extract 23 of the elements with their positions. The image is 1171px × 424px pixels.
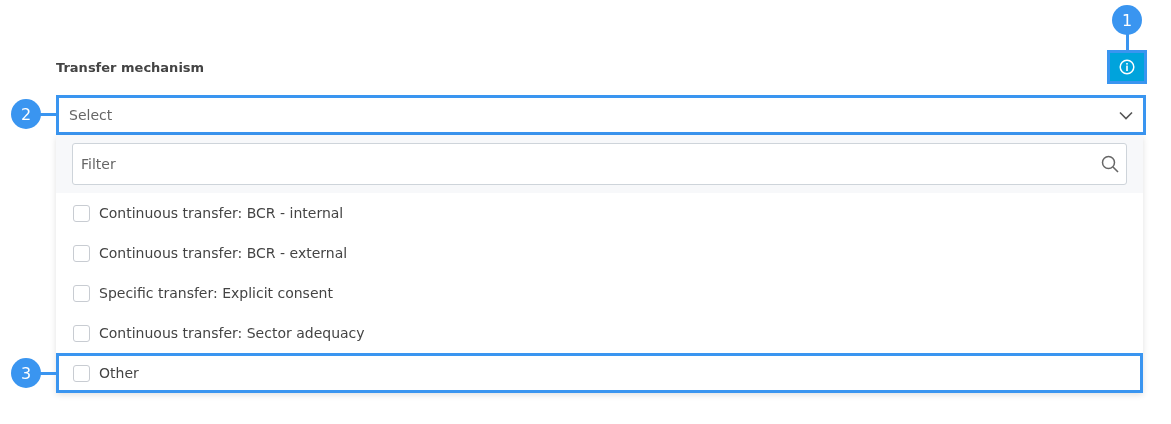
- field-label: Transfer mechanism: [56, 59, 205, 75]
- callout-badge: 3: [11, 358, 41, 388]
- option-label: Other: [99, 365, 139, 381]
- callout-badge: 2: [11, 99, 41, 129]
- info-button[interactable]: [1107, 50, 1147, 84]
- callout-badge: 1: [1112, 5, 1142, 35]
- select-field[interactable]: Select: [56, 95, 1146, 135]
- dropdown-option[interactable]: Continuous transfer: BCR - internal: [56, 193, 1143, 233]
- checkbox[interactable]: [73, 284, 90, 302]
- dropdown-option[interactable]: Specific transfer: Explicit consent: [56, 273, 1143, 313]
- option-label: Continuous transfer: BCR - internal: [99, 205, 344, 221]
- info-icon: [1119, 59, 1135, 75]
- option-label: Specific transfer: Explicit consent: [99, 285, 333, 301]
- checkbox[interactable]: [73, 244, 90, 262]
- checkbox[interactable]: [73, 204, 90, 222]
- search-icon: [1101, 155, 1119, 173]
- option-label: Continuous transfer: BCR - external: [99, 245, 348, 261]
- checkbox[interactable]: [73, 324, 90, 342]
- checkbox[interactable]: [73, 364, 90, 382]
- dropdown-option[interactable]: Continuous transfer: Sector adequacy: [56, 313, 1143, 353]
- option-label: Continuous transfer: Sector adequacy: [99, 325, 365, 341]
- dropdown-option[interactable]: Continuous transfer: BCR - external: [56, 233, 1143, 273]
- filter-field[interactable]: Filter: [72, 143, 1127, 185]
